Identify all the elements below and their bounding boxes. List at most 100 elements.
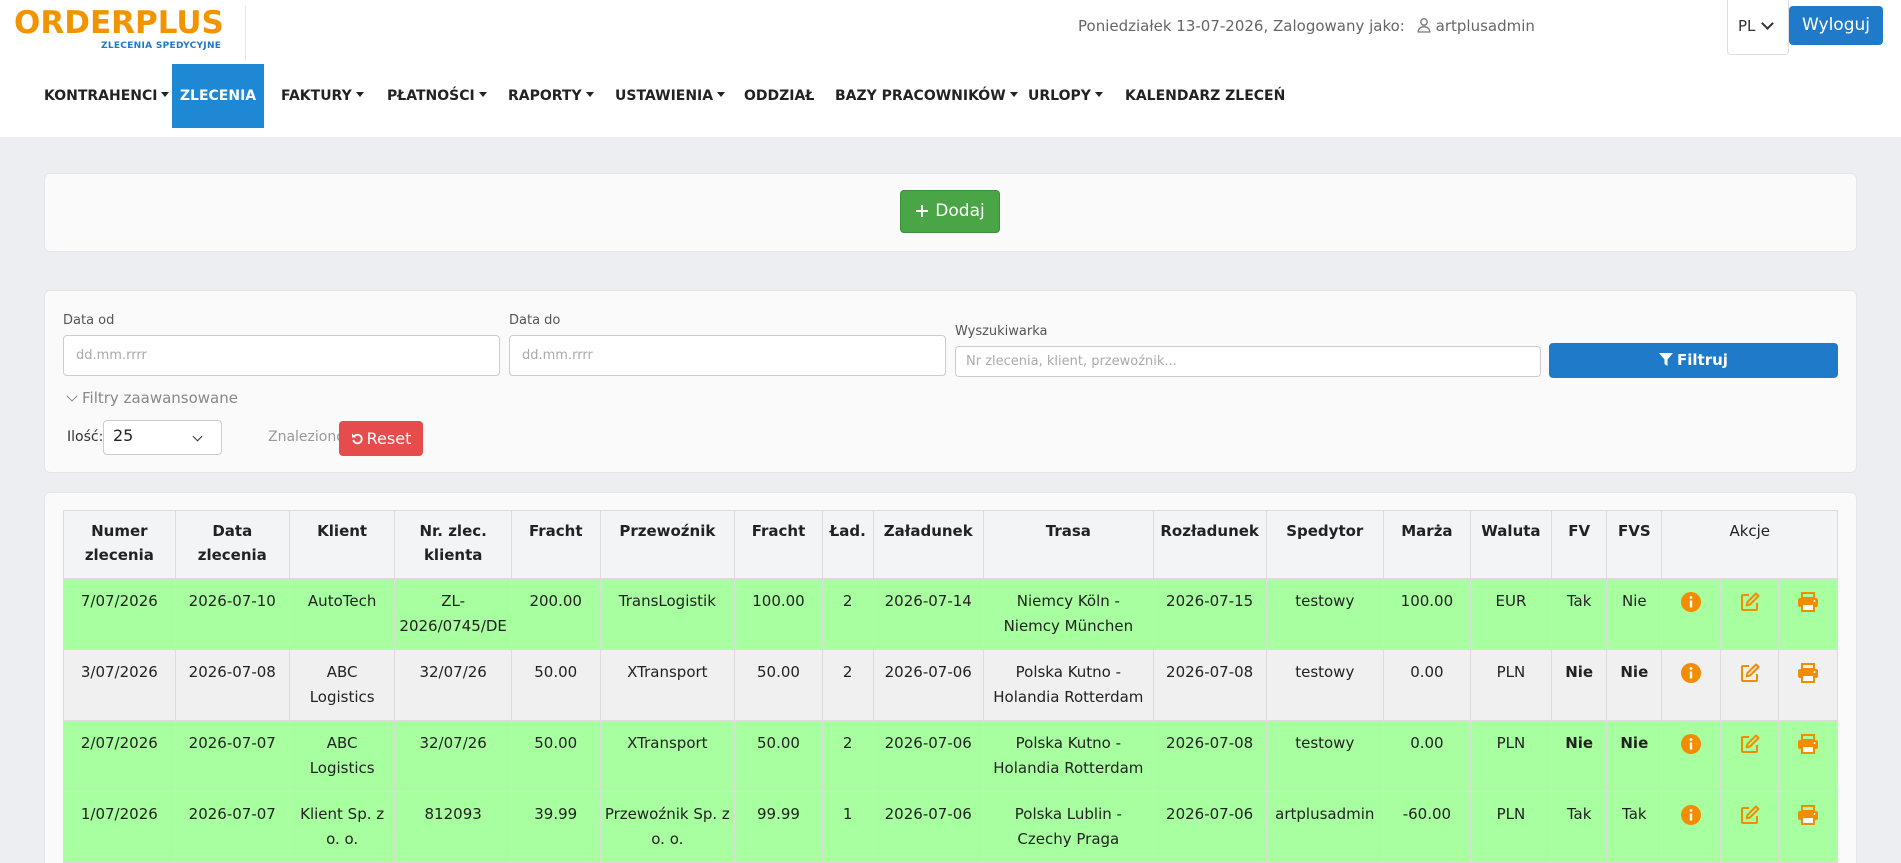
col-fvs[interactable]: FVS	[1606, 510, 1663, 579]
print-action[interactable]	[1778, 578, 1838, 650]
nav-label: ODDZIAŁ	[744, 88, 815, 104]
nav-label: KALENDARZ ZLECEŃ	[1125, 88, 1286, 104]
info-action[interactable]	[1661, 791, 1721, 863]
fvs-status[interactable]: Nie	[1606, 720, 1663, 792]
forwarder: testowy	[1265, 649, 1385, 721]
order-number-link[interactable]: 2/07/2026	[63, 720, 176, 792]
route: Polska Kutno - Holandia Rotterdam	[982, 649, 1154, 721]
info-icon[interactable]	[1678, 591, 1704, 617]
table-header-row: Numer zlecenia Data zlecenia Klient Nr. …	[63, 510, 1838, 579]
col-numer[interactable]: Numer zlecenia	[63, 510, 176, 579]
nav-urlopy[interactable]: URLOPY	[1028, 64, 1103, 128]
col-nr-klienta[interactable]: Nr. zlec. klienta	[394, 510, 512, 579]
nav-label: URLOPY	[1028, 88, 1091, 104]
order-number-link[interactable]: 7/07/2026	[63, 578, 176, 650]
info-icon[interactable]	[1678, 662, 1704, 688]
edit-icon[interactable]	[1737, 591, 1763, 617]
col-przewoznik[interactable]: Przewoźnik	[599, 510, 736, 579]
unloading-date: 2026-07-08	[1152, 649, 1267, 721]
fvs-status[interactable]: Nie	[1606, 578, 1663, 650]
edit-icon[interactable]	[1737, 662, 1763, 688]
unloading-date: 2026-07-06	[1152, 791, 1267, 863]
reset-button[interactable]: Reset	[339, 421, 423, 456]
print-action[interactable]	[1778, 791, 1838, 863]
print-action[interactable]	[1778, 649, 1838, 721]
table-row[interactable]: 7/07/2026 2026-07-10 AutoTech ZL-2026/0745/…	[63, 578, 1838, 650]
col-lad[interactable]: Ład.	[821, 510, 874, 579]
loading-date: 2026-07-06	[872, 649, 984, 721]
caret-down-icon	[478, 92, 487, 97]
nav-kalendarz-zlecen[interactable]: KALENDARZ ZLECEŃ	[1125, 64, 1285, 128]
edit-action[interactable]	[1719, 791, 1780, 863]
currency: PLN	[1469, 791, 1553, 863]
fvs-status[interactable]: Tak	[1606, 791, 1663, 863]
client-name: AutoTech	[288, 578, 396, 650]
print-icon[interactable]	[1795, 804, 1821, 830]
fv-status[interactable]: Tak	[1551, 791, 1608, 863]
filter-button[interactable]: Filtruj	[1549, 343, 1838, 378]
edit-action[interactable]	[1719, 578, 1780, 650]
nav-zlecenia[interactable]: ZLECENIA	[172, 64, 264, 128]
print-icon[interactable]	[1795, 733, 1821, 759]
nav-bazy-pracownikow[interactable]: BAZY PRACOWNIKÓW	[835, 64, 1018, 128]
nav-faktury[interactable]: FAKTURY	[281, 64, 364, 128]
col-trasa[interactable]: Trasa	[982, 510, 1154, 579]
col-marza[interactable]: Marża	[1383, 510, 1471, 579]
client-freight: 50.00	[510, 649, 601, 721]
print-icon[interactable]	[1795, 662, 1821, 688]
col-fv[interactable]: FV	[1551, 510, 1608, 579]
fvs-status[interactable]: Nie	[1606, 649, 1663, 721]
edit-icon[interactable]	[1737, 733, 1763, 759]
order-number-link[interactable]: 1/07/2026	[63, 791, 176, 863]
nav-oddzial[interactable]: ODDZIAŁ	[744, 64, 814, 128]
carrier-freight: 50.00	[734, 720, 823, 792]
print-action[interactable]	[1778, 720, 1838, 792]
fv-status[interactable]: Nie	[1551, 720, 1608, 792]
col-rozladunek[interactable]: Rozładunek	[1152, 510, 1267, 579]
table-row[interactable]: 2/07/2026 2026-07-07 ABC Logistics 32/07/26…	[63, 720, 1838, 792]
logout-button[interactable]: Wyloguj	[1789, 6, 1883, 45]
nav-raporty[interactable]: RAPORTY	[508, 64, 594, 128]
info-icon[interactable]	[1678, 733, 1704, 759]
date-to-input[interactable]: dd.mm.rrrr	[509, 335, 946, 376]
info-action[interactable]	[1661, 720, 1721, 792]
info-action[interactable]	[1661, 649, 1721, 721]
loads-count: 1	[821, 791, 874, 863]
col-fracht-klient[interactable]: Fracht	[510, 510, 601, 579]
client-freight: 50.00	[510, 720, 601, 792]
col-spedytor[interactable]: Spedytor	[1265, 510, 1385, 579]
col-waluta[interactable]: Waluta	[1469, 510, 1553, 579]
col-data[interactable]: Data zlecenia	[174, 510, 290, 579]
filter-panel	[44, 290, 1857, 473]
forwarder: testowy	[1265, 720, 1385, 792]
advanced-filters-toggle[interactable]: Filtry zaawansowane	[64, 389, 238, 407]
nav-label: USTAWIENIA	[615, 88, 714, 104]
col-fracht-przewoznik[interactable]: Fracht	[734, 510, 823, 579]
route: Polska Kutno - Holandia Rotterdam	[982, 720, 1154, 792]
order-number-link[interactable]: 3/07/2026	[63, 649, 176, 721]
print-icon[interactable]	[1795, 591, 1821, 617]
edit-action[interactable]	[1719, 649, 1780, 721]
app-logo[interactable]: ORDERPLUS ZLECENIA SPEDYCYJNE	[14, 6, 246, 60]
info-icon[interactable]	[1678, 804, 1704, 830]
date-from-label: Data od	[63, 313, 115, 328]
col-klient[interactable]: Klient	[288, 510, 396, 579]
nav-kontrahenci[interactable]: KONTRAHENCI	[44, 64, 170, 128]
nav-ustawienia[interactable]: USTAWIENIA	[615, 64, 726, 128]
nav-platnosci[interactable]: PŁATNOŚCI	[387, 64, 487, 128]
loading-date: 2026-07-14	[872, 578, 984, 650]
edit-icon[interactable]	[1737, 804, 1763, 830]
table-row[interactable]: 1/07/2026 2026-07-07 Klient Sp. z o. o. 812…	[63, 791, 1838, 863]
order-date: 2026-07-07	[174, 791, 290, 863]
table-row[interactable]: 3/07/2026 2026-07-08 ABC Logistics 32/07/26…	[63, 649, 1838, 721]
fv-status[interactable]: Nie	[1551, 649, 1608, 721]
col-zaladunek[interactable]: Załadunek	[872, 510, 984, 579]
fv-status[interactable]: Tak	[1551, 578, 1608, 650]
language-select[interactable]: PL	[1727, 0, 1789, 55]
add-order-button[interactable]: Dodaj	[900, 190, 1000, 233]
search-input[interactable]: Nr zlecenia, klient, przewoźnik...	[955, 346, 1541, 377]
date-from-input[interactable]: dd.mm.rrrr	[63, 335, 500, 376]
edit-action[interactable]	[1719, 720, 1780, 792]
quantity-select[interactable]: 25	[103, 420, 222, 455]
info-action[interactable]	[1661, 578, 1721, 650]
